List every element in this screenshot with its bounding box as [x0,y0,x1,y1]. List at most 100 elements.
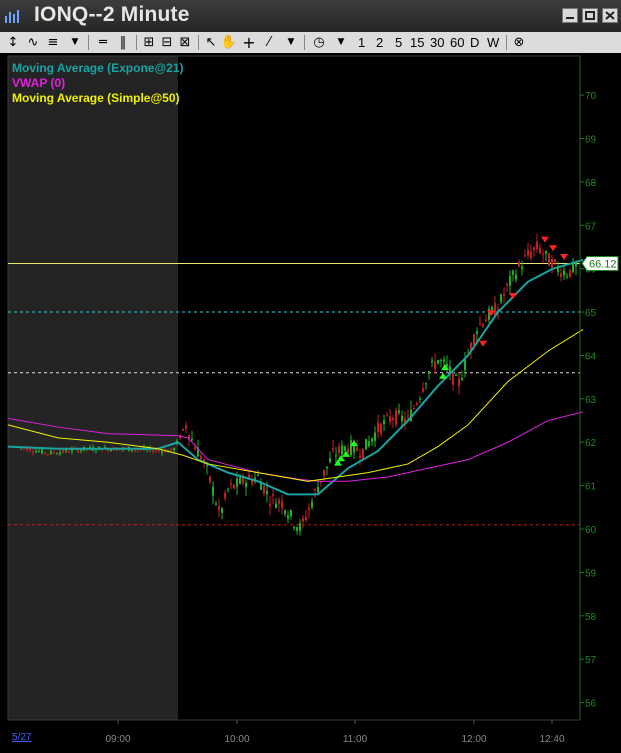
price-bar-body [287,515,289,519]
toolbar-divider [304,35,305,50]
price-bar-body [560,273,562,277]
price-bar-body [278,499,280,504]
price-bar-body [368,441,370,447]
price-bar-body [314,489,316,492]
timeframe-2[interactable]: 2 [376,34,383,51]
price-bar-body [53,451,55,453]
price-bar-body [227,488,229,490]
chevron-down-icon[interactable]: ▼ [334,34,348,51]
price-bar-body [506,283,508,286]
price-bar-body [545,250,547,254]
minimize-button[interactable] [562,8,578,23]
price-bar-body [158,450,160,452]
chevron-down-icon[interactable]: ▼ [68,34,82,51]
toolbar-divider [198,35,199,50]
price-bar-body [548,253,550,266]
price-bar-body [530,252,532,258]
timeframe-15[interactable]: 15 [410,34,424,51]
price-bar-body [422,388,424,392]
price-tick-label: 63 [585,395,597,406]
price-tick-label: 56 [585,699,597,710]
price-bar-body [332,448,334,451]
price-bar-body [401,415,403,422]
price-bar-body [50,450,52,455]
grid-icon[interactable]: ⊞ [140,34,158,51]
price-bar-body [524,255,526,257]
timeframe-d[interactable]: D [470,34,479,51]
price-bar-body [521,266,523,269]
chart-toolbar: ↕ ∿ ≡ ▼ ═ ‖ ⊞ ⊟ ⊠ ↖ ✋ + ⁄ ▼ ◷ ▼ 1 2 5 15… [0,32,621,54]
horizontal-split-icon[interactable]: ═ [94,34,112,51]
timeframe-60[interactable]: 60 [450,34,464,51]
pre-market-shading [8,56,178,720]
cancel-circle-icon[interactable]: ⊗ [510,34,528,51]
timeframe-1[interactable]: 1 [358,34,365,51]
price-bar-body [308,507,310,511]
price-bar-body [32,451,34,453]
price-bar-body [161,451,163,453]
title-bar: IONQ--2 Minute [0,0,621,33]
price-bar-body [503,294,505,297]
price-bar-body [455,375,457,377]
trendline-icon[interactable]: ⁄ [260,34,278,51]
price-bar-body [329,458,331,463]
indicator-list-icon[interactable]: ≡ [44,34,62,51]
price-bar-body [56,453,58,455]
timeframe-5[interactable]: 5 [395,34,402,51]
price-bar-body [413,407,415,409]
timeframe-w[interactable]: W [487,34,499,51]
price-bar-body [461,378,463,380]
price-bar-body [248,474,250,478]
close-icon [605,11,615,20]
price-bar-body [305,517,307,521]
legend-ema21: Moving Average (Expone@21) [12,61,184,75]
price-bar-body [446,363,448,367]
price-bar-body [425,383,427,385]
price-bar-body [518,261,520,267]
price-bar-body [299,523,301,531]
price-bar-body [341,445,343,456]
price-bar-body [239,477,241,484]
maximize-icon [585,11,595,20]
zoom-box-icon[interactable]: ⊠ [176,34,194,51]
layout-icon[interactable]: ⊟ [158,34,176,51]
price-bar-body [491,307,493,311]
arrow-pointer-icon[interactable]: ↖ [202,34,220,51]
price-bar-body [440,360,442,362]
price-bar-body [29,448,31,451]
crosshair-icon[interactable]: + [240,34,258,51]
price-bar-body [479,322,481,324]
chart-style-icon[interactable]: ∿ [24,34,42,51]
price-bar-body [347,448,349,453]
price-chart[interactable]: 565758596061626364656667686970 09:0010:0… [0,53,621,753]
current-price-label: 66.12 [589,258,617,270]
price-bar-body [374,432,376,441]
price-bar-body [206,464,208,466]
price-bar-body [311,501,313,508]
close-button[interactable] [602,8,618,23]
chevron-down-icon[interactable]: ▼ [284,34,298,51]
timeframe-30[interactable]: 30 [430,34,444,51]
maximize-button[interactable] [582,8,598,23]
price-bar-body [458,378,460,387]
price-tick-label: 59 [585,568,597,579]
price-bar-body [173,448,175,451]
price-bar-body [380,423,382,434]
price-bar-body [476,330,478,334]
price-bar-body [377,422,379,433]
price-bar-body [275,503,277,508]
vertical-split-icon[interactable]: ‖ [114,34,132,51]
price-bar-body [209,476,211,483]
toolbar-divider [136,35,137,50]
price-bar-body [338,446,340,454]
price-bar-body [68,452,70,454]
price-bar-body [47,453,49,455]
price-bar-body [269,503,271,507]
price-tick-label: 58 [585,612,597,623]
hand-icon[interactable]: ✋ [220,34,238,51]
price-bar-body [44,452,46,454]
clock-icon[interactable]: ◷ [310,34,328,51]
price-bar-body [230,483,232,485]
cursor-icon[interactable]: ↕ [4,34,22,51]
price-bar-body [191,438,193,441]
